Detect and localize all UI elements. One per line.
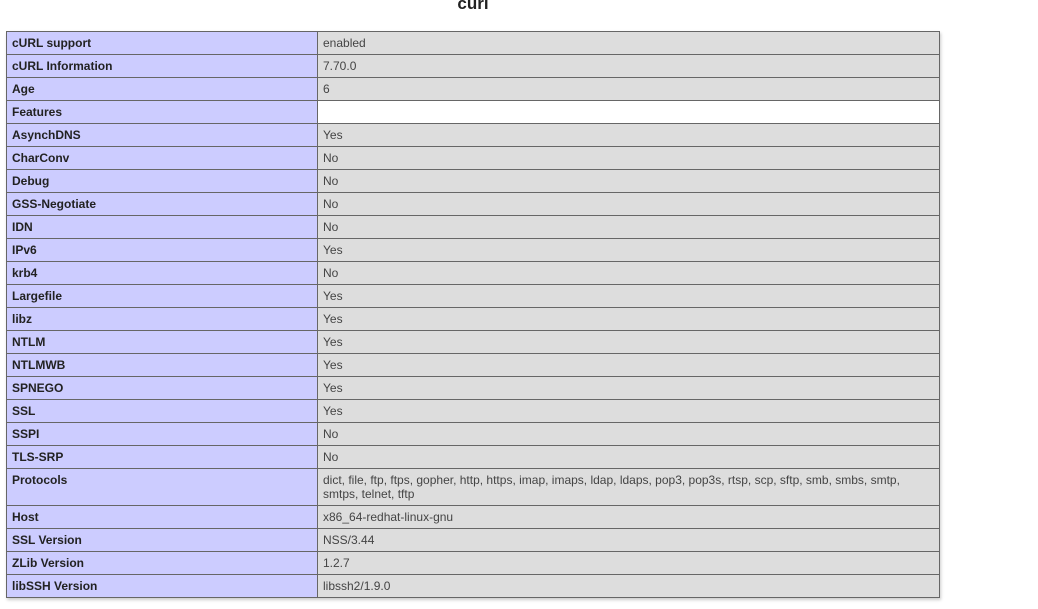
table-row: CharConv No (6, 146, 940, 170)
row-key: SSPI (6, 422, 318, 446)
row-key: SPNEGO (6, 376, 318, 400)
table-row: SSPI No (6, 422, 940, 446)
row-value: 7.70.0 (317, 54, 940, 78)
row-value: libssh2/1.9.0 (317, 574, 940, 598)
row-key: CharConv (6, 146, 318, 170)
row-value: x86_64-redhat-linux-gnu (317, 505, 940, 529)
row-value (317, 100, 940, 124)
row-value: No (317, 445, 940, 469)
row-key: SSL (6, 399, 318, 423)
row-value: 6 (317, 77, 940, 101)
row-value: dict, file, ftp, ftps, gopher, http, htt… (317, 468, 940, 506)
row-key: IPv6 (6, 238, 318, 262)
row-value: Yes (317, 399, 940, 423)
table-row: IDN No (6, 215, 940, 239)
row-value: Yes (317, 123, 940, 147)
row-key: Debug (6, 169, 318, 193)
row-key: libSSH Version (6, 574, 318, 598)
table-row: NTLM Yes (6, 330, 940, 354)
table-row: TLS-SRP No (6, 445, 940, 469)
row-key: krb4 (6, 261, 318, 285)
table-row: GSS-Negotiate No (6, 192, 940, 216)
row-value: enabled (317, 31, 940, 55)
row-key: NTLM (6, 330, 318, 354)
table-row: NTLMWB Yes (6, 353, 940, 377)
phpinfo-page: curl cURL support enabled cURL Information… (0, 0, 1038, 609)
row-value: Yes (317, 376, 940, 400)
row-key: AsynchDNS (6, 123, 318, 147)
table-row: Debug No (6, 169, 940, 193)
curl-info-table-body: cURL support enabled cURL Information 7.70.… (6, 31, 940, 598)
table-row: Age 6 (6, 77, 940, 101)
row-value: Yes (317, 238, 940, 262)
section-title: curl (457, 0, 489, 13)
row-value: No (317, 169, 940, 193)
row-value: No (317, 192, 940, 216)
table-row: SSL Version NSS/3.44 (6, 528, 940, 552)
row-value: Yes (317, 330, 940, 354)
row-value: No (317, 215, 940, 239)
row-key: Largefile (6, 284, 318, 308)
row-key: Protocols (6, 468, 318, 506)
row-value: 1.2.7 (317, 551, 940, 575)
row-key: NTLMWB (6, 353, 318, 377)
row-value: No (317, 422, 940, 446)
row-value: Yes (317, 353, 940, 377)
table-row: SSL Yes (6, 399, 940, 423)
row-key: SSL Version (6, 528, 318, 552)
table-row: libz Yes (6, 307, 940, 331)
table-row: Largefile Yes (6, 284, 940, 308)
table-row: Protocols dict, file, ftp, ftps, gopher, … (6, 468, 940, 506)
table-row: Host x86_64-redhat-linux-gnu (6, 505, 940, 529)
table-row: libSSH Version libssh2/1.9.0 (6, 574, 940, 598)
table-row: cURL support enabled (6, 31, 940, 55)
table-row: AsynchDNS Yes (6, 123, 940, 147)
table-row: Features (6, 100, 940, 124)
row-key: cURL Information (6, 54, 318, 78)
row-key: Features (6, 100, 318, 124)
row-key: cURL support (6, 31, 318, 55)
table-row: IPv6 Yes (6, 238, 940, 262)
row-value: No (317, 146, 940, 170)
table-row: cURL Information 7.70.0 (6, 54, 940, 78)
row-key: ZLib Version (6, 551, 318, 575)
row-key: GSS-Negotiate (6, 192, 318, 216)
curl-info-table: cURL support enabled cURL Information 7.70.… (6, 31, 940, 598)
table-row: SPNEGO Yes (6, 376, 940, 400)
row-key: Host (6, 505, 318, 529)
row-key: IDN (6, 215, 318, 239)
row-key: TLS-SRP (6, 445, 318, 469)
row-value: Yes (317, 307, 940, 331)
row-key: Age (6, 77, 318, 101)
table-row: ZLib Version 1.2.7 (6, 551, 940, 575)
table-row: krb4 No (6, 261, 940, 285)
row-key: libz (6, 307, 318, 331)
row-value: NSS/3.44 (317, 528, 940, 552)
row-value: No (317, 261, 940, 285)
row-value: Yes (317, 284, 940, 308)
